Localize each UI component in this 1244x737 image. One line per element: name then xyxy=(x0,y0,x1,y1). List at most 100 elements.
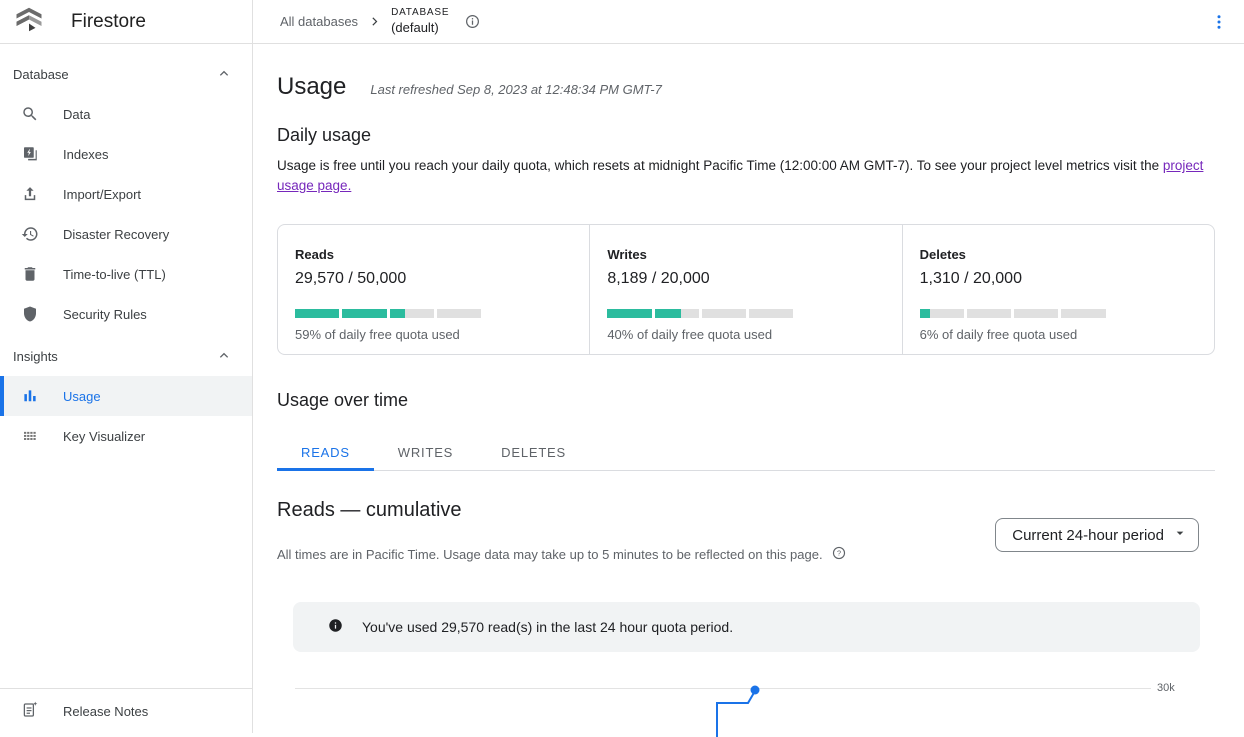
sidebar-item-disaster-recovery[interactable]: Disaster Recovery xyxy=(0,214,252,254)
sidebar-item-label: Indexes xyxy=(63,147,109,162)
sidebar-item-data[interactable]: Data xyxy=(0,94,252,134)
sidebar-item-label: Security Rules xyxy=(63,307,147,322)
database-label: DATABASE xyxy=(391,7,449,20)
quota-bar-segment xyxy=(295,309,339,318)
card-label: Writes xyxy=(607,247,877,262)
writes-quota-card: Writes 8,189 / 20,000 40% of daily free … xyxy=(589,225,901,354)
quota-bar-segment xyxy=(1014,309,1058,318)
last-refreshed-text: Last refreshed Sep 8, 2023 at 12:48:34 P… xyxy=(370,82,661,97)
usage-over-time-heading: Usage over time xyxy=(277,388,1215,412)
firestore-logo-icon xyxy=(14,4,44,39)
sidebar-item-release-notes[interactable]: Release Notes xyxy=(0,688,252,733)
sidebar-item-security-rules[interactable]: Security Rules xyxy=(0,294,252,334)
app-header: Firestore xyxy=(0,0,252,44)
reads-panel: Reads — cumulative Current 24-hour perio… xyxy=(277,471,1215,737)
quota-bar-fill xyxy=(920,309,931,318)
card-label: Reads xyxy=(295,247,565,262)
sidebar-item-indexes[interactable]: Indexes xyxy=(0,134,252,174)
sidebar-item-label: Release Notes xyxy=(63,704,148,719)
quota-bar-fill xyxy=(342,309,386,318)
sidebar-item-label: Import/Export xyxy=(63,187,141,202)
dropdown-caret-icon xyxy=(1172,525,1188,545)
sidebar-item-label: Usage xyxy=(63,389,101,404)
period-selector-value: Current 24-hour period xyxy=(1012,527,1164,544)
tab-deletes[interactable]: DELETES xyxy=(477,436,590,471)
sidebar-section-insights[interactable]: Insights xyxy=(0,336,252,376)
release-notes-icon xyxy=(21,701,39,722)
quota-bar-segment xyxy=(607,309,651,318)
description-text: Usage is free until you reach your daily… xyxy=(277,158,1163,173)
card-value: 8,189 / 20,000 xyxy=(607,270,877,288)
help-icon[interactable]: ? xyxy=(831,545,847,564)
card-value: 1,310 / 20,000 xyxy=(920,270,1190,288)
quota-bar-segment xyxy=(655,309,699,318)
card-label: Deletes xyxy=(920,247,1190,262)
section-label: Insights xyxy=(13,349,58,364)
quota-bar-fill xyxy=(295,309,339,318)
usage-tabs: READS WRITES DELETES xyxy=(277,436,1215,471)
quota-bar-segment xyxy=(342,309,386,318)
sidebar-item-import-export[interactable]: Import/Export xyxy=(0,174,252,214)
card-value: 29,570 / 50,000 xyxy=(295,270,565,288)
usage-info-text: You've used 29,570 read(s) in the last 2… xyxy=(362,619,733,635)
reads-quota-card: Reads 29,570 / 50,000 59% of daily free … xyxy=(278,225,589,354)
breadcrumb-all-databases[interactable]: All databases xyxy=(280,14,358,29)
sidebar-item-label: Time-to-live (TTL) xyxy=(63,267,166,282)
sidebar-item-label: Key Visualizer xyxy=(63,429,145,444)
quota-bar-fill xyxy=(655,309,682,318)
quota-percent-text: 59% of daily free quota used xyxy=(295,327,565,342)
topbar: All databases DATABASE (default) xyxy=(253,0,1244,44)
sidebar-section-database[interactable]: Database xyxy=(0,54,252,94)
quota-bar-segment xyxy=(702,309,746,318)
quota-progress-bar xyxy=(920,309,1106,318)
section-label: Database xyxy=(13,67,69,82)
sidebar-item-usage[interactable]: Usage xyxy=(0,376,252,416)
quota-bar-segment xyxy=(437,309,481,318)
sidebar-item-key-visualizer[interactable]: Key Visualizer xyxy=(0,416,252,456)
timezone-note-text: All times are in Pacific Time. Usage dat… xyxy=(277,547,823,562)
bar-chart-icon xyxy=(21,387,39,405)
quota-bar-segment xyxy=(920,309,964,318)
tab-writes[interactable]: WRITES xyxy=(374,436,477,471)
quota-bar-segment xyxy=(1061,309,1105,318)
quota-bar-segment xyxy=(967,309,1011,318)
quota-bar-fill xyxy=(390,309,406,318)
sidebar: Firestore Database Data Indexes Import/E… xyxy=(0,0,253,733)
breadcrumb-database[interactable]: DATABASE (default) xyxy=(391,7,449,36)
shield-icon xyxy=(21,305,39,323)
page-header: Usage Last refreshed Sep 8, 2023 at 12:4… xyxy=(277,71,1215,103)
app-title: Firestore xyxy=(71,11,146,33)
database-name: (default) xyxy=(391,20,449,36)
trash-icon xyxy=(21,265,39,283)
chevron-right-icon xyxy=(367,14,382,29)
deletes-quota-card: Deletes 1,310 / 20,000 6% of daily free … xyxy=(902,225,1214,354)
quota-bar-segment xyxy=(390,309,434,318)
info-filled-icon xyxy=(328,618,343,636)
chevron-up-icon xyxy=(216,347,232,366)
period-selector-dropdown[interactable]: Current 24-hour period xyxy=(995,518,1199,552)
history-icon xyxy=(21,225,39,243)
chart-latest-point[interactable] xyxy=(751,686,760,695)
info-outline-icon[interactable] xyxy=(464,13,481,30)
search-icon xyxy=(21,105,39,123)
tab-reads[interactable]: READS xyxy=(277,436,374,471)
daily-usage-heading: Daily usage xyxy=(277,123,1215,147)
sidebar-item-label: Data xyxy=(63,107,90,122)
sidebar-item-label: Disaster Recovery xyxy=(63,227,169,242)
quota-percent-text: 40% of daily free quota used xyxy=(607,327,877,342)
more-options-icon[interactable] xyxy=(1210,13,1228,31)
chevron-up-icon xyxy=(216,65,232,84)
reads-cumulative-chart: 30k xyxy=(253,659,1244,737)
svg-text:?: ? xyxy=(837,549,841,558)
daily-usage-cards: Reads 29,570 / 50,000 59% of daily free … xyxy=(277,224,1215,355)
usage-line-chart xyxy=(253,659,1244,737)
quota-percent-text: 6% of daily free quota used xyxy=(920,327,1190,342)
daily-usage-description: Usage is free until you reach your daily… xyxy=(277,156,1215,196)
quota-bar-segment xyxy=(749,309,793,318)
grid-icon xyxy=(21,427,39,445)
quota-bar-fill xyxy=(607,309,651,318)
document-bolt-icon xyxy=(21,145,39,163)
main-content: Usage Last refreshed Sep 8, 2023 at 12:4… xyxy=(253,44,1244,733)
quota-progress-bar xyxy=(295,309,481,318)
sidebar-item-ttl[interactable]: Time-to-live (TTL) xyxy=(0,254,252,294)
